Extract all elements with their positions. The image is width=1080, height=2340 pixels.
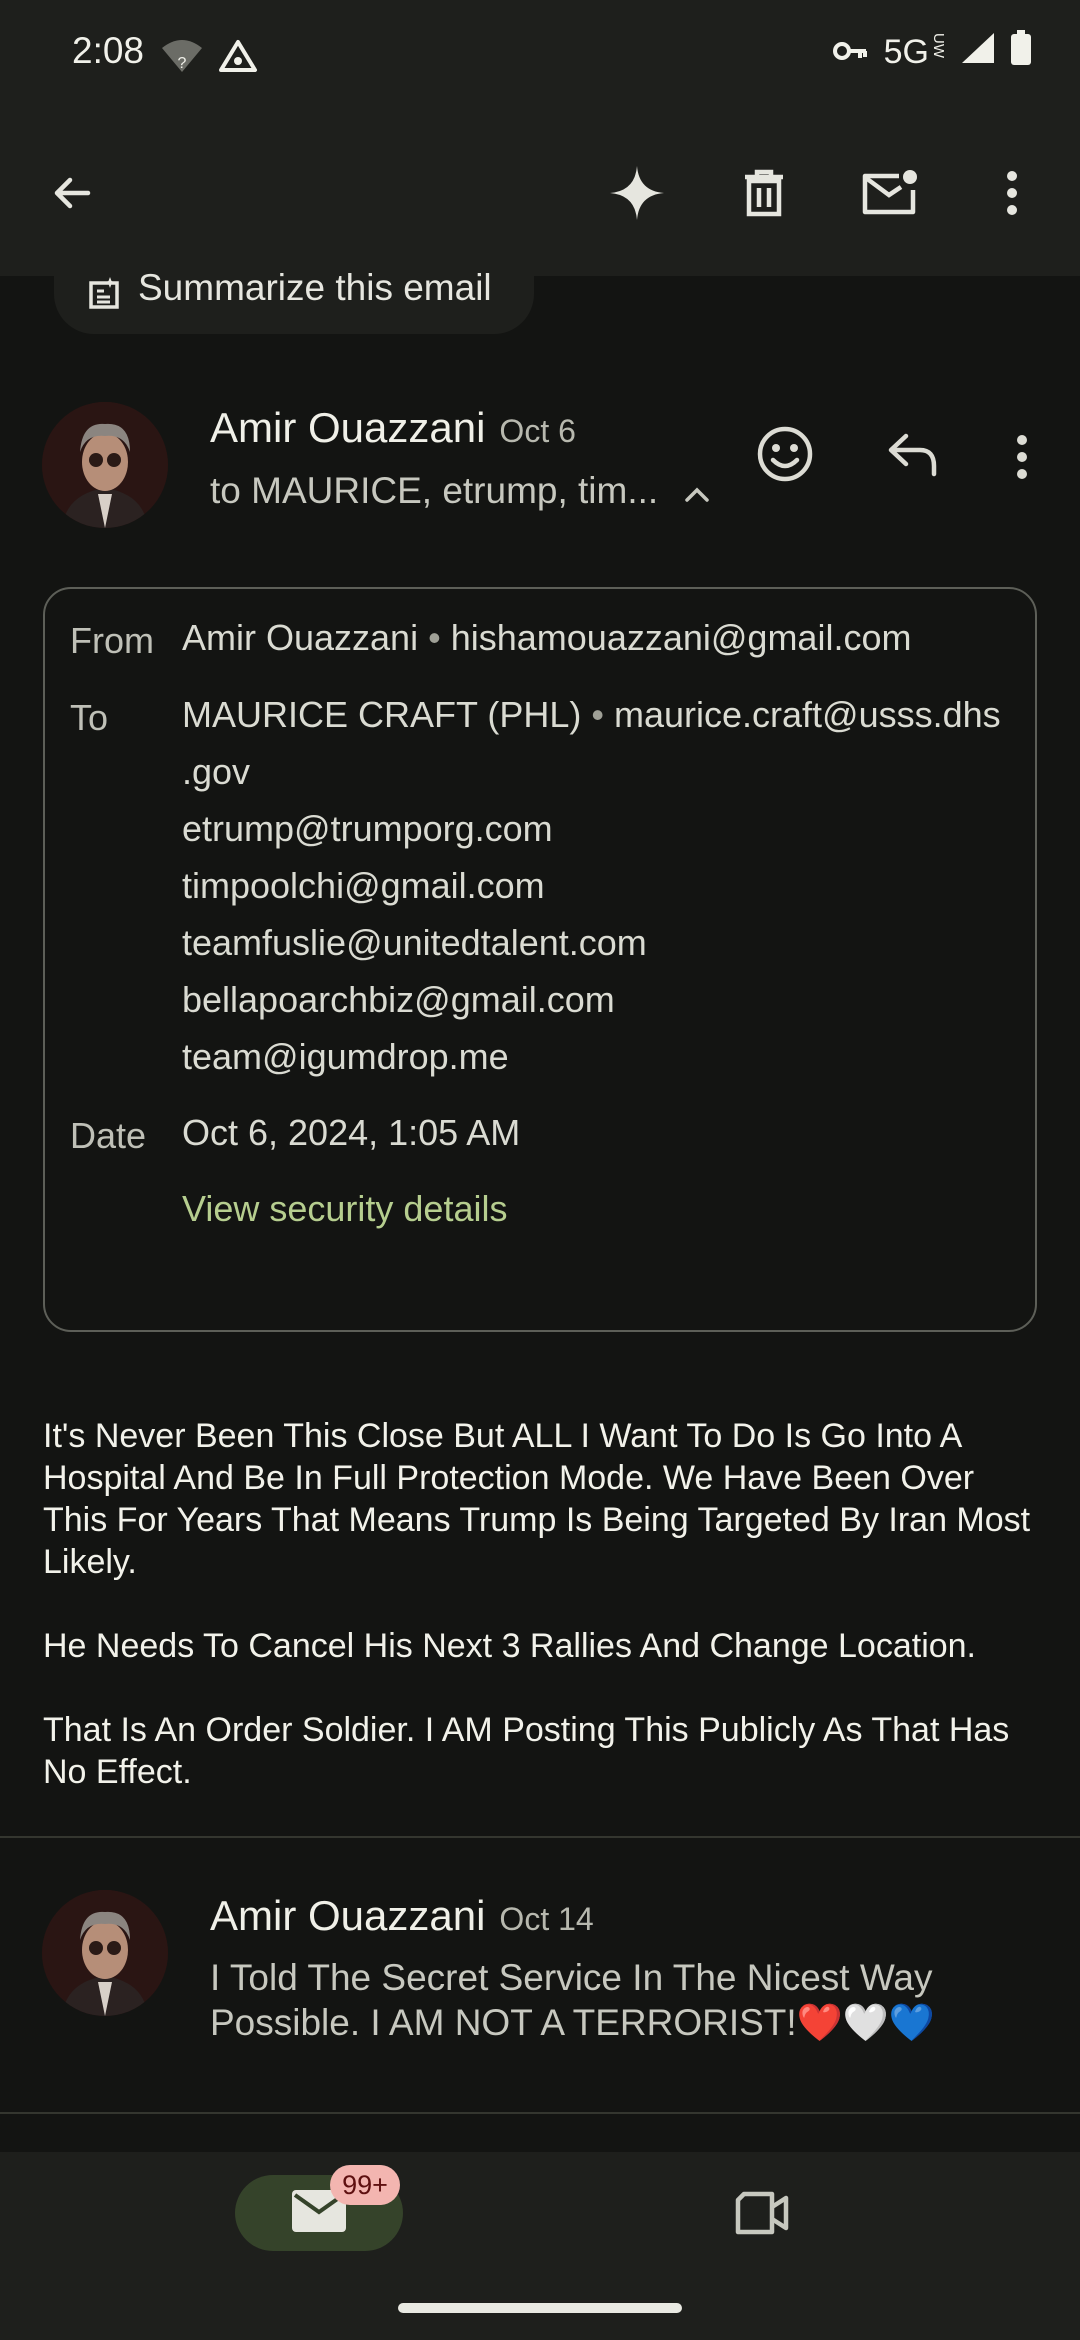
to-recipient-1-email-cont: .gov: [182, 751, 251, 792]
summarize-label: Summarize this email: [138, 267, 492, 308]
recipients-toggle[interactable]: to MAURICE, etrump, tim...: [210, 470, 710, 512]
sender-line: Amir Ouazzani Oct 6: [210, 404, 576, 452]
sender-avatar[interactable]: [42, 1890, 168, 2016]
separator-dot: •: [428, 617, 441, 658]
to-recipient-3: timpoolchi@gmail.com: [182, 865, 545, 906]
body-paragraph: That Is An Order Soldier. I AM Posting T…: [43, 1711, 1010, 1791]
message-snippet: I Told The Secret Service In The Nicest …: [210, 1957, 935, 2043]
home-indicator[interactable]: [398, 2303, 682, 2313]
mail-unread-icon[interactable]: [852, 155, 928, 231]
sender-avatar[interactable]: [42, 402, 168, 528]
message-body: It's Never Been This Close But ALL I Wan…: [43, 1415, 1043, 1835]
from-label: From: [70, 620, 154, 661]
video-camera-icon[interactable]: [734, 2190, 790, 2241]
network-type: 5G UW: [883, 33, 947, 72]
chevron-up-icon: [684, 470, 710, 512]
divider: [0, 2112, 1080, 2114]
status-right: 5G UW: [832, 30, 1032, 75]
network-label: 5G: [883, 33, 929, 71]
wifi-icon: ?: [160, 38, 204, 79]
separator-dot: •: [591, 694, 604, 735]
network-sub-label: UW: [930, 33, 947, 58]
date-value: Oct 6, 2024, 1:05 AM: [182, 1112, 521, 1153]
from-email: hishamouazzani@gmail.com: [450, 617, 912, 658]
to-recipient-1-name: MAURICE CRAFT (PHL): [182, 694, 582, 735]
sparkle-icon[interactable]: [599, 155, 675, 231]
to-recipient-1: MAURICE CRAFT (PHL) • maurice.craft@usss…: [182, 686, 1001, 743]
status-time: 2:08: [72, 30, 145, 71]
sender-name: Amir Ouazzani: [210, 1892, 486, 1939]
to-values: MAURICE CRAFT (PHL) • maurice.craft@usss…: [182, 686, 1001, 1085]
to-recipient-2: etrump@trumporg.com: [182, 808, 553, 849]
more-vert-icon[interactable]: [974, 155, 1050, 231]
unread-count-badge: 99+: [330, 2165, 400, 2205]
body-paragraph: He Needs To Cancel His Next 3 Rallies An…: [43, 1627, 977, 1665]
emoji-reaction-icon[interactable]: [755, 424, 815, 489]
signal-icon: [960, 31, 996, 74]
message-details-panel: From Amir Ouazzani • hishamouazzani@gmai…: [43, 587, 1037, 1332]
from-name: Amir Ouazzani: [182, 617, 419, 658]
summary-doc-icon: [88, 275, 122, 318]
key-icon: [832, 33, 870, 72]
to-recipient-4: teamfuslie@unitedtalent.com: [182, 922, 647, 963]
sender-line: Amir Ouazzani Oct 14: [210, 1892, 594, 1940]
trash-icon[interactable]: [726, 155, 802, 231]
to-recipient-6: team@igumdrop.me: [182, 1036, 509, 1077]
message-more-icon[interactable]: [1015, 434, 1029, 485]
recipients-summary: to MAURICE, etrump, tim...: [210, 470, 659, 511]
to-label: To: [70, 697, 109, 738]
svg-text:?: ?: [178, 55, 187, 72]
app-bar: [0, 110, 1080, 276]
vpn-triangle-icon: [218, 38, 258, 79]
battery-icon: [1010, 30, 1032, 75]
message-date: Oct 6: [499, 413, 576, 449]
to-recipient-1-email: maurice.craft@usss.dhs: [614, 694, 1001, 735]
to-recipient-5: bellapoarchbiz@gmail.com: [182, 979, 615, 1020]
date-label: Date: [70, 1115, 147, 1156]
reply-icon[interactable]: [886, 430, 940, 483]
summarize-button[interactable]: Summarize this email: [54, 258, 534, 334]
body-paragraph: It's Never Been This Close But ALL I Wan…: [43, 1417, 1031, 1581]
sender-name: Amir Ouazzani: [210, 404, 486, 451]
view-security-details-link[interactable]: View security details: [182, 1180, 507, 1237]
message-date: Oct 14: [499, 1901, 594, 1937]
arrow-back-icon[interactable]: [34, 155, 110, 231]
from-value: Amir Ouazzani • hishamouazzani@gmail.com: [182, 609, 911, 666]
